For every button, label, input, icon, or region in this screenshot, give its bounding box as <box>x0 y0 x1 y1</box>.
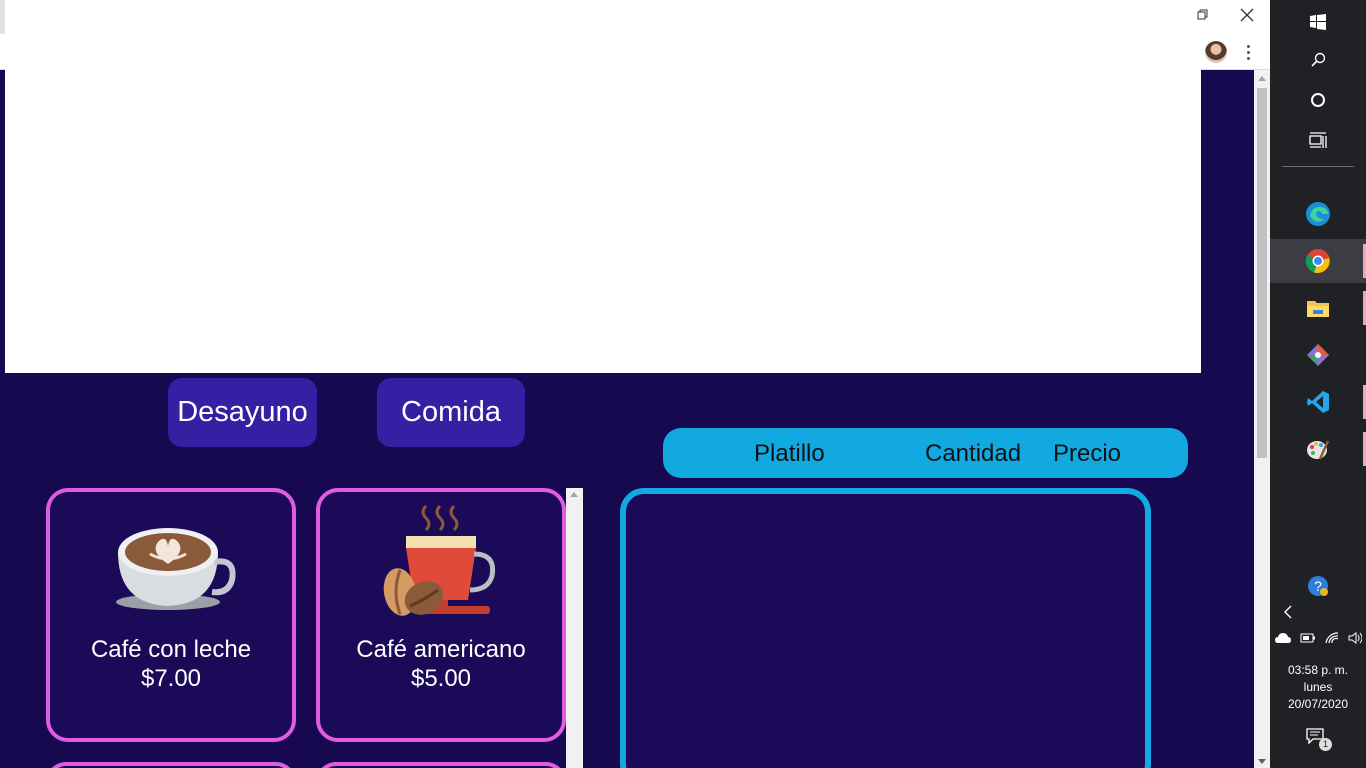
windows-icon <box>1310 14 1326 30</box>
header-platillo: Platillo <box>754 440 825 467</box>
browser-menu-button[interactable] <box>1238 40 1258 64</box>
help-icon: ? <box>1308 576 1328 596</box>
taskbar-app-edge[interactable] <box>1270 192 1366 236</box>
page-header-panel <box>5 40 1201 373</box>
taskbar-app-git[interactable] <box>1270 333 1366 377</box>
windows-taskbar: ? 03:58 p. m. lunes 20/07/2020 1 <box>1270 0 1366 768</box>
menu-item-name: Café americano <box>356 636 526 663</box>
taskbar-app-vscode[interactable] <box>1270 380 1366 424</box>
header-cantidad: Cantidad <box>925 440 1022 467</box>
search-icon <box>1311 52 1326 67</box>
battery-icon[interactable] <box>1300 633 1316 643</box>
paint-icon <box>1307 440 1330 460</box>
taskbar-app-chrome[interactable] <box>1270 239 1366 283</box>
file-explorer-icon <box>1307 301 1329 317</box>
profile-avatar[interactable] <box>1205 41 1227 63</box>
menu-item-price: $7.00 <box>140 665 202 692</box>
latte-cup-icon <box>116 528 236 610</box>
menu-item-name: Café con leche <box>90 636 252 663</box>
category-desayuno-button[interactable]: Desayuno <box>168 378 317 447</box>
tab-strip-edge <box>0 0 5 34</box>
close-window-button[interactable] <box>1224 0 1270 30</box>
order-list <box>620 488 1151 768</box>
edge-icon <box>1306 202 1330 226</box>
taskbar-app-paint[interactable] <box>1270 427 1366 471</box>
menu-item-card[interactable]: Café americano $5.00 <box>316 488 566 742</box>
scroll-up-icon[interactable] <box>570 492 578 497</box>
cortana-icon <box>1311 93 1325 107</box>
task-view-button[interactable] <box>1270 118 1366 162</box>
task-view-icon <box>1309 132 1327 148</box>
chrome-icon <box>1305 249 1330 273</box>
volume-icon[interactable] <box>1348 632 1362 644</box>
order-table-header: Platillo Cantidad Precio <box>663 428 1188 478</box>
action-center-button[interactable]: 1 <box>1306 728 1332 752</box>
menu-item-card[interactable] <box>46 762 296 768</box>
git-icon <box>1307 344 1329 366</box>
menu-item-card[interactable] <box>316 762 566 768</box>
vscode-icon <box>1307 391 1329 413</box>
scroll-down-icon[interactable] <box>1258 759 1266 764</box>
americano-cup-icon <box>383 504 496 616</box>
taskbar-app-file-explorer[interactable] <box>1270 286 1366 330</box>
page-scrollbar[interactable] <box>1254 70 1270 768</box>
menu-item-price: $5.00 <box>410 665 472 692</box>
restore-window-button[interactable] <box>1180 0 1226 30</box>
restore-icon <box>1197 9 1208 20</box>
close-icon <box>1240 8 1254 22</box>
scroll-up-icon[interactable] <box>1258 76 1266 81</box>
help-button[interactable]: ? <box>1270 564 1366 608</box>
clock-day: lunes <box>1303 680 1333 694</box>
wifi-icon[interactable] <box>1324 632 1339 644</box>
menu-scrollbar[interactable] <box>566 488 583 768</box>
system-clock[interactable]: 03:58 p. m. lunes 20/07/2020 <box>1270 662 1366 713</box>
category-comida-button[interactable]: Comida <box>377 378 525 447</box>
cortana-button[interactable] <box>1270 78 1366 122</box>
clock-time: 03:58 p. m. <box>1287 663 1349 677</box>
header-precio: Precio <box>1053 440 1122 467</box>
onedrive-icon[interactable] <box>1274 633 1291 643</box>
scrollbar-thumb[interactable] <box>1257 88 1267 458</box>
system-tray <box>1270 628 1366 648</box>
notification-count-badge: 1 <box>1319 738 1332 751</box>
search-button[interactable] <box>1270 38 1366 82</box>
clock-date: 20/07/2020 <box>1287 697 1349 711</box>
chevron-left-icon[interactable] <box>1280 603 1298 621</box>
menu-item-card[interactable]: Café con leche $7.00 <box>46 488 296 742</box>
taskbar-divider <box>1282 166 1354 167</box>
